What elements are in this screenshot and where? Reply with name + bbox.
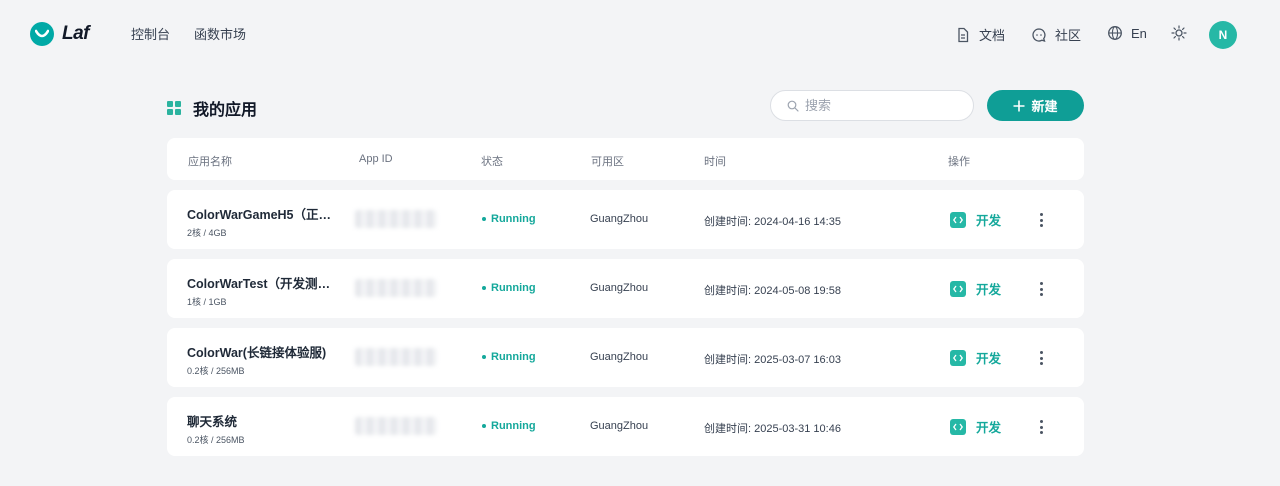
app-id-redacted — [355, 417, 437, 435]
chat-bubble-icon — [1032, 27, 1046, 42]
nav-function-market[interactable]: 函数市场 — [194, 24, 246, 43]
app-spec: 1核 / 1GB — [187, 297, 227, 307]
status-text: Running — [491, 282, 536, 294]
title-row: 我的应用 新建 — [167, 90, 1084, 122]
status-badge: Running — [482, 213, 536, 225]
top-bar: Laf 控制台 函数市场 — [0, 10, 1280, 58]
document-icon — [958, 27, 969, 42]
status-dot-icon — [482, 217, 486, 221]
code-icon — [950, 211, 966, 228]
code-icon — [950, 418, 966, 435]
app-id-redacted — [355, 348, 437, 366]
search-input[interactable] — [805, 98, 955, 113]
theme-toggle[interactable] — [1171, 25, 1187, 41]
region: GuangZhou — [590, 420, 649, 432]
code-icon — [950, 349, 966, 366]
app-name[interactable]: ColorWar(长链接体验服) — [187, 342, 326, 361]
main-nav: 控制台 函数市场 — [131, 24, 246, 43]
created-time: 创建时间: 2025-03-07 16:03 — [704, 354, 841, 366]
table-row[interactable]: ColorWarTest（开发测试... 1核 / 1GB Running Gu… — [167, 259, 1084, 318]
table-header: 应用名称 App ID 状态 可用区 时间 操作 — [167, 138, 1084, 180]
develop-label: 开发 — [976, 352, 1002, 366]
search-icon — [787, 100, 799, 112]
new-app-label: 新建 — [1031, 99, 1058, 114]
region: GuangZhou — [590, 351, 649, 363]
more-options-icon[interactable] — [1035, 281, 1047, 297]
status-dot-icon — [482, 424, 486, 428]
search-box[interactable] — [770, 90, 974, 121]
more-options-icon[interactable] — [1035, 350, 1047, 366]
created-time: 创建时间: 2024-05-08 19:58 — [704, 285, 841, 297]
column-header-time: 时间 — [704, 156, 726, 168]
new-app-button[interactable]: 新建 — [987, 90, 1084, 121]
develop-label: 开发 — [976, 283, 1002, 297]
language-switch[interactable]: En — [1107, 25, 1147, 41]
docs-label: 文档 — [979, 28, 1006, 43]
app-spec: 0.2核 / 256MB — [187, 366, 245, 376]
app-spec: 2核 / 4GB — [187, 228, 227, 238]
column-header-app-id: App ID — [359, 153, 393, 165]
avatar[interactable]: N — [1209, 21, 1237, 49]
develop-button[interactable]: 开发 — [950, 210, 1001, 229]
develop-label: 开发 — [976, 421, 1002, 435]
globe-icon — [1108, 26, 1122, 40]
status-dot-icon — [482, 355, 486, 359]
logo-text: Laf — [62, 23, 90, 44]
status-text: Running — [491, 213, 536, 225]
app-spec: 0.2核 / 256MB — [187, 435, 245, 445]
sun-icon — [1171, 25, 1187, 41]
develop-label: 开发 — [976, 214, 1002, 228]
more-options-icon[interactable] — [1035, 212, 1047, 228]
status-badge: Running — [482, 282, 536, 294]
community-link[interactable]: 社区 — [1031, 25, 1081, 44]
app-name[interactable]: ColorWarGameH5（正式... — [187, 204, 339, 223]
develop-button[interactable]: 开发 — [950, 348, 1001, 367]
apps-grid-icon — [167, 101, 181, 115]
app-name[interactable]: ColorWarTest（开发测试... — [187, 273, 339, 292]
app-id-redacted — [355, 279, 437, 297]
table-row[interactable]: ColorWarGameH5（正式... 2核 / 4GB Running Gu… — [167, 190, 1084, 249]
nav-console[interactable]: 控制台 — [131, 24, 170, 43]
column-header-name: 应用名称 — [188, 156, 232, 168]
app-id-redacted — [355, 210, 437, 228]
column-header-region: 可用区 — [591, 156, 624, 168]
develop-button[interactable]: 开发 — [950, 279, 1001, 298]
status-dot-icon — [482, 286, 486, 290]
app-name[interactable]: 聊天系统 — [187, 411, 237, 430]
page-title: 我的应用 — [167, 96, 257, 120]
more-options-icon[interactable] — [1035, 419, 1047, 435]
status-badge: Running — [482, 351, 536, 363]
code-icon — [950, 280, 966, 297]
language-label: En — [1131, 25, 1147, 41]
laf-logo-icon — [30, 22, 54, 46]
created-time: 创建时间: 2025-03-31 10:46 — [704, 423, 841, 435]
community-label: 社区 — [1055, 28, 1082, 43]
status-badge: Running — [482, 420, 536, 432]
plus-icon — [1013, 100, 1025, 111]
status-text: Running — [491, 420, 536, 432]
logo[interactable]: Laf — [30, 22, 90, 46]
region: GuangZhou — [590, 213, 649, 225]
page-title-text: 我的应用 — [193, 102, 258, 119]
status-text: Running — [491, 351, 536, 363]
docs-link[interactable]: 文档 — [955, 25, 1005, 44]
table-row[interactable]: 聊天系统 0.2核 / 256MB Running GuangZhou 创建时间… — [167, 397, 1084, 456]
region: GuangZhou — [590, 282, 649, 294]
table-row[interactable]: ColorWar(长链接体验服) 0.2核 / 256MB Running Gu… — [167, 328, 1084, 387]
created-time: 创建时间: 2024-04-16 14:35 — [704, 216, 841, 228]
column-header-status: 状态 — [481, 156, 503, 168]
develop-button[interactable]: 开发 — [950, 417, 1001, 436]
column-header-actions: 操作 — [948, 156, 970, 168]
